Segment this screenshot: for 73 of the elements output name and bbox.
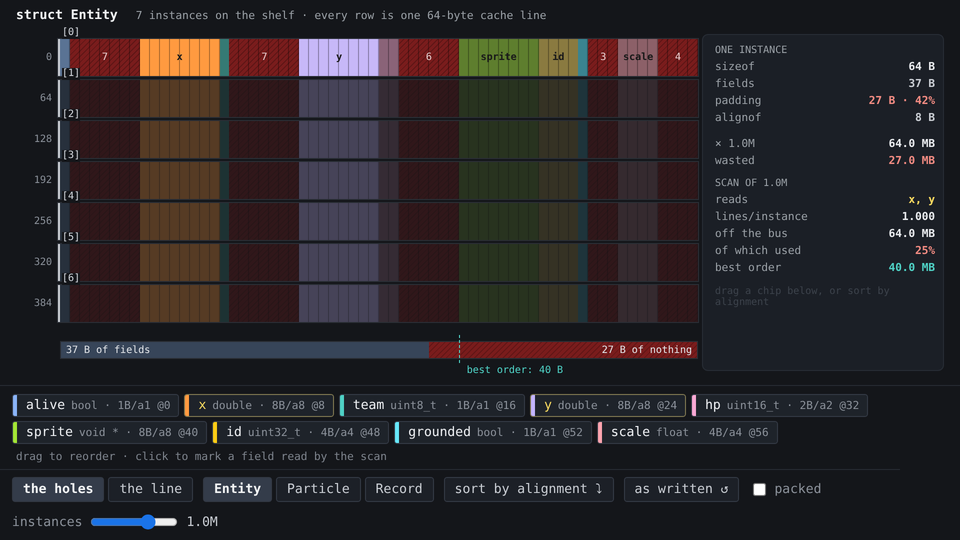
field-block: y: [299, 39, 379, 76]
action-button[interactable]: as written ↺: [624, 477, 740, 502]
row-offset: 192: [32, 175, 53, 186]
struct-tab[interactable]: Particle: [276, 477, 361, 502]
padding-block: 4: [658, 39, 698, 76]
fields-label: 37 B of fields: [66, 344, 150, 356]
row-offset: 0: [44, 52, 53, 63]
stat-label: alignof: [715, 111, 762, 124]
instances-value: 1.0M: [186, 514, 218, 530]
stat-value: 64 B: [908, 60, 935, 73]
row-index: [2]: [62, 109, 80, 121]
stat-label: reads: [715, 193, 748, 206]
padding-block: 7: [229, 39, 300, 76]
padding-block: 3: [588, 39, 618, 76]
stat-value: x, y: [908, 193, 935, 206]
field-chip[interactable]: hp uint16_t · 2B/a2 @32: [691, 394, 868, 417]
field-block: sprite: [458, 39, 538, 76]
field-chip[interactable]: team uint8_t · 1B/a1 @16: [338, 394, 526, 417]
action-button[interactable]: sort by alignment ⤵: [444, 477, 614, 502]
stat-label: wasted: [715, 154, 755, 167]
padding-label: 27 B of nothing: [602, 344, 692, 356]
row-offset: 128: [32, 134, 53, 145]
row-index: [3]: [62, 150, 80, 162]
field-chip[interactable]: y double · 8B/a8 @24: [530, 394, 686, 417]
stat-value: 27.0 MB: [888, 154, 935, 167]
view-tab[interactable]: the line: [108, 477, 194, 502]
field-chip[interactable]: grounded bool · 1B/a1 @52: [394, 421, 592, 444]
stat-label: padding: [715, 94, 762, 107]
stat-value: 64.0 MB: [888, 227, 935, 240]
struct-title: struct Entity: [16, 8, 118, 23]
view-tab[interactable]: the holes: [12, 477, 104, 502]
row-offset: 256: [32, 216, 53, 227]
stat-label: × 1.0M: [715, 137, 755, 150]
row-offset: 320: [32, 257, 53, 268]
padding-block: 6: [398, 39, 459, 76]
stat-value: 40.0 MB: [888, 261, 935, 274]
row-index: [4]: [62, 191, 80, 203]
row-index: [1]: [62, 68, 80, 80]
stat-value: 1.000: [902, 210, 935, 223]
stat-value: 37 B: [908, 77, 935, 90]
stat-label: off the bus: [715, 227, 788, 240]
stat-value: 27 B · 42%: [868, 94, 935, 107]
stat-label: of which used: [715, 244, 802, 257]
field-chip[interactable]: id uint32_t · 4B/a4 @48: [212, 421, 390, 444]
stat-label: sizeof: [715, 60, 755, 73]
field-chip[interactable]: sprite void * · 8B/a8 @40: [12, 421, 208, 444]
row-offset: 384: [32, 298, 53, 309]
struct-tab[interactable]: Record: [364, 477, 434, 502]
row-index: [0]: [62, 27, 80, 39]
stat-label: lines/instance: [715, 210, 808, 223]
field-block: x: [140, 39, 220, 76]
stat-value: 25%: [915, 244, 935, 257]
field-chip[interactable]: scale float · 4B/a4 @56: [596, 421, 778, 444]
section-heading: ONE INSTANCE: [715, 45, 788, 58]
struct-tab[interactable]: Entity: [203, 477, 272, 502]
field-block: id: [538, 39, 578, 76]
row-index: [5]: [62, 232, 80, 244]
field-chip[interactable]: alive bool · 1B/a1 @0: [12, 394, 180, 417]
field-chip[interactable]: x double · 8B/a8 @8: [184, 394, 334, 417]
stat-label: best order: [715, 261, 782, 274]
stat-value: 8 B: [915, 111, 935, 124]
stat-value: 64.0 MB: [888, 137, 935, 150]
subtitle: 7 instances on the shelf · every row is one 64-byte cache line: [136, 9, 546, 22]
instances-label: instances: [12, 514, 82, 530]
stat-label: fields: [715, 77, 755, 90]
packed-label: packed: [774, 482, 822, 497]
packed-checkbox[interactable]: [753, 483, 766, 496]
row-index: [6]: [62, 273, 80, 285]
section-heading: SCAN OF 1.0M: [715, 178, 788, 191]
row-offset: 64: [38, 93, 53, 104]
best-order-label: best order: 40 B: [466, 365, 564, 376]
field-block: scale: [618, 39, 658, 76]
chips-hint: drag to reorder · click to mark a field read by the scan: [15, 450, 388, 463]
